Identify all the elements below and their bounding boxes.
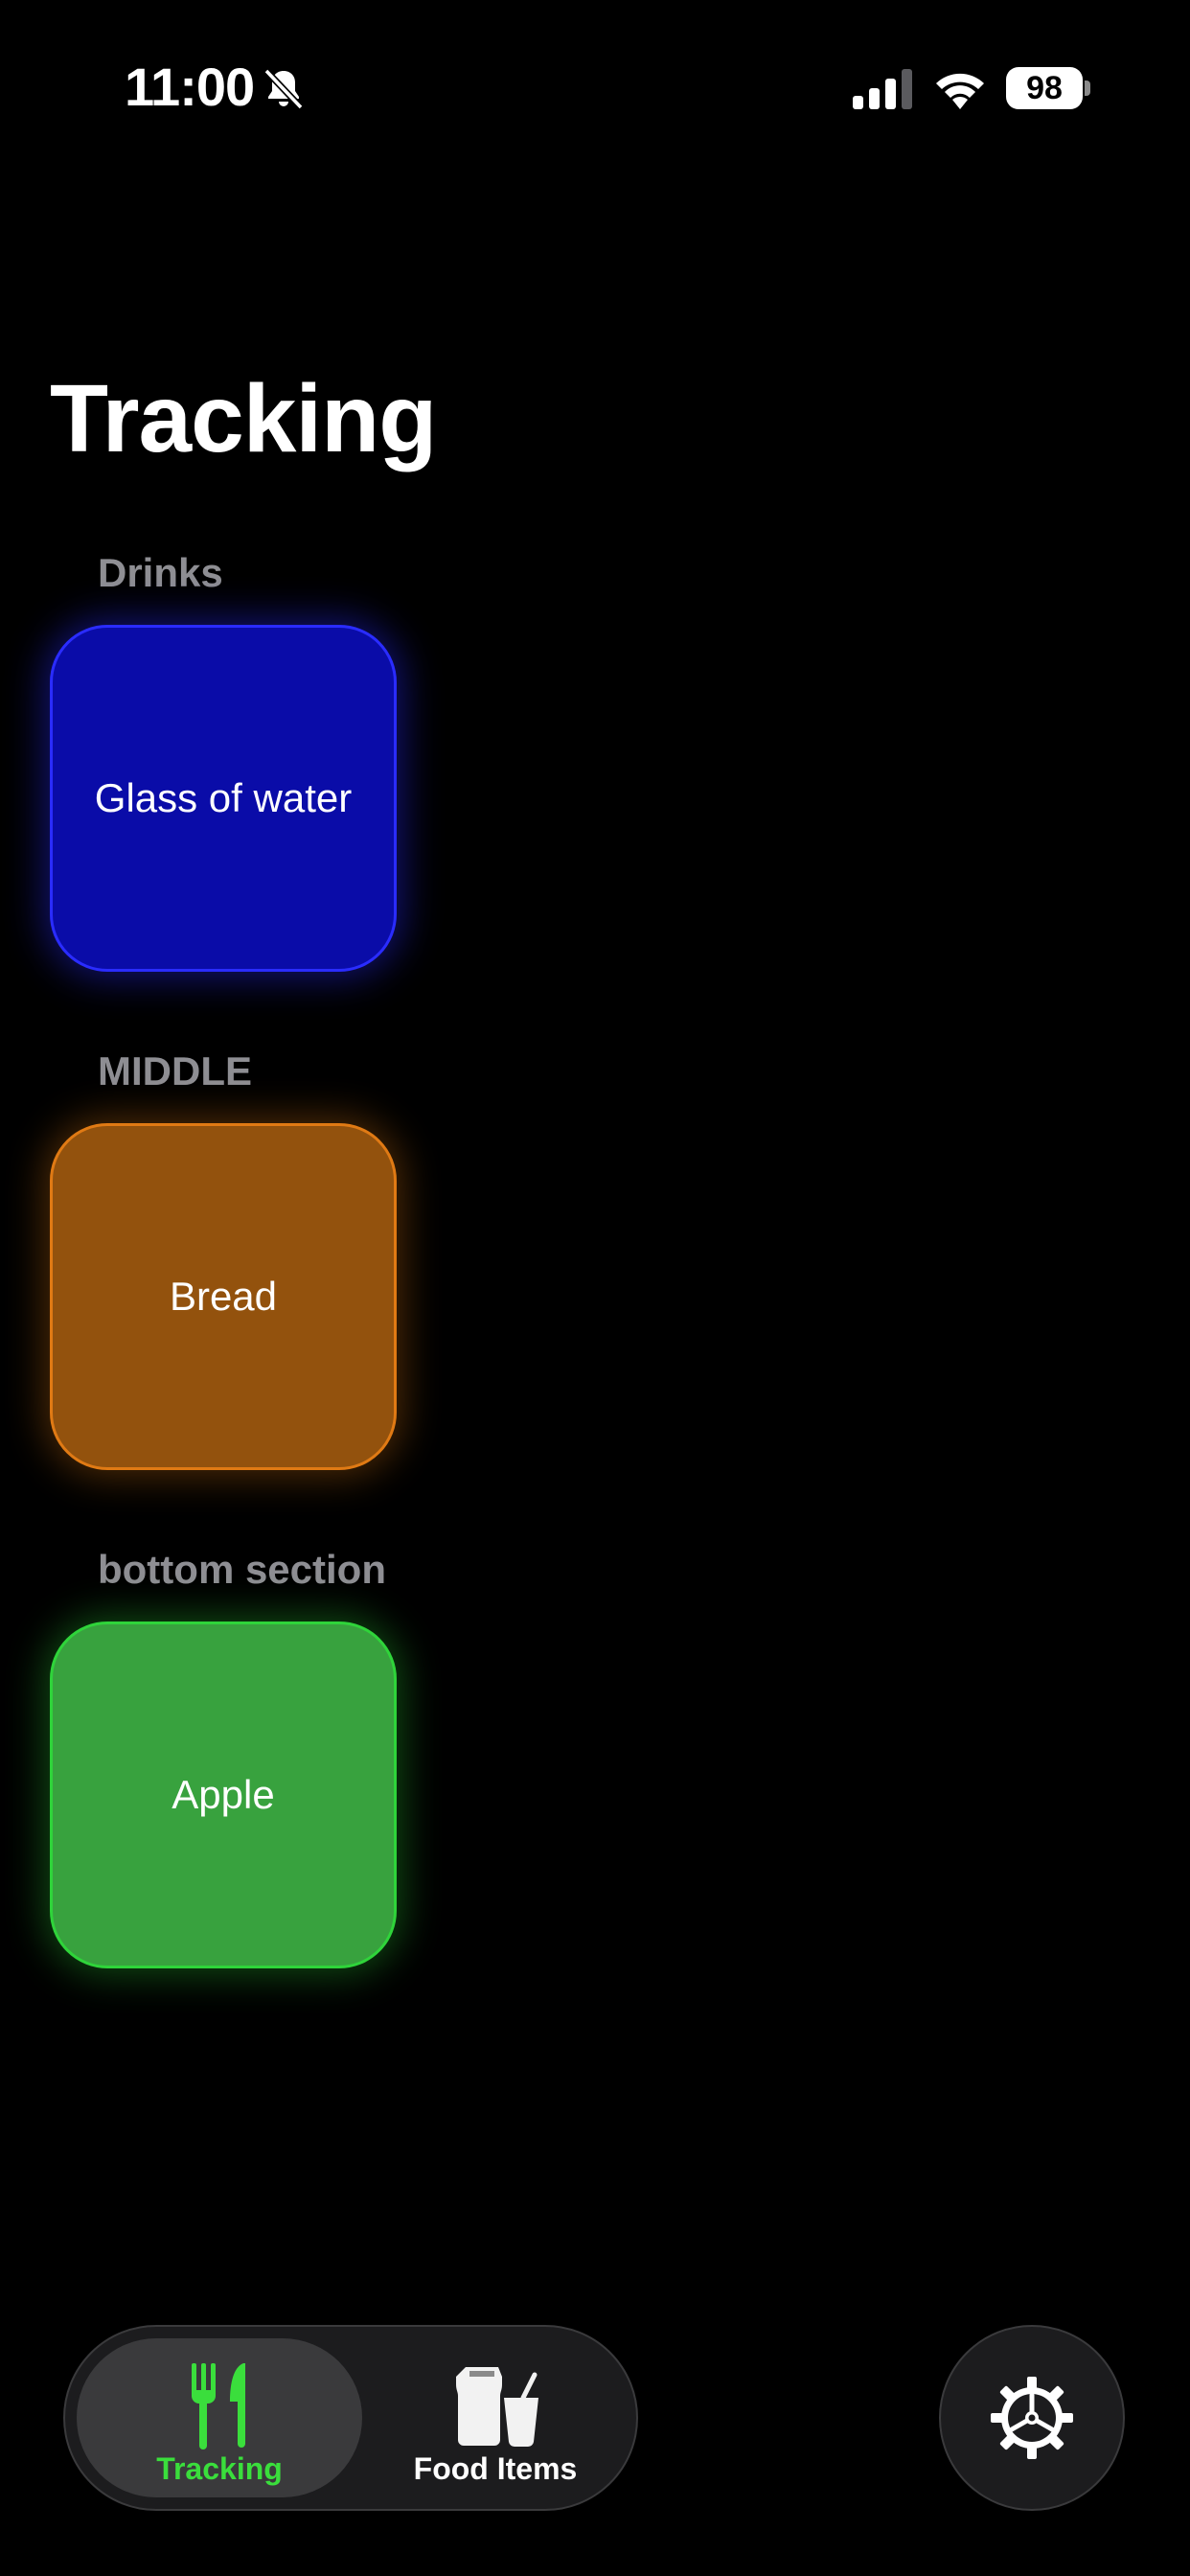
food-items-icon (456, 2367, 538, 2448)
tile-apple[interactable]: Apple (50, 1622, 397, 1968)
tab-label-tracking: Tracking (156, 2451, 283, 2486)
battery-level: 98 (1006, 67, 1083, 109)
tab-tracking[interactable]: Tracking (77, 2338, 362, 2497)
page-title: Tracking (50, 365, 437, 472)
section-label-middle: MIDDLE (98, 1048, 252, 1093)
gear-icon (991, 2377, 1073, 2459)
tile-glass-of-water[interactable]: Glass of water (50, 625, 397, 972)
tab-bar: Tracking Food Items (63, 2325, 638, 2511)
tab-label-food-items: Food Items (413, 2451, 578, 2486)
tab-food-items[interactable]: Food Items (362, 2338, 629, 2497)
section-label-drinks: Drinks (98, 550, 223, 595)
battery-icon: 98 (1006, 67, 1090, 109)
status-time: 11:00 (125, 57, 255, 117)
screen: 11:00 98 Tracking Drinks Glass of water … (0, 0, 1190, 2576)
battery-tip (1085, 80, 1090, 96)
tile-bread[interactable]: Bread (50, 1123, 397, 1470)
settings-button[interactable] (939, 2325, 1125, 2511)
section-label-bottom: bottom section (98, 1547, 386, 1592)
cellular-signal-icon (853, 69, 912, 109)
fork-knife-icon (191, 2363, 245, 2450)
bell-slash-icon (263, 68, 304, 110)
wifi-icon (936, 73, 984, 109)
